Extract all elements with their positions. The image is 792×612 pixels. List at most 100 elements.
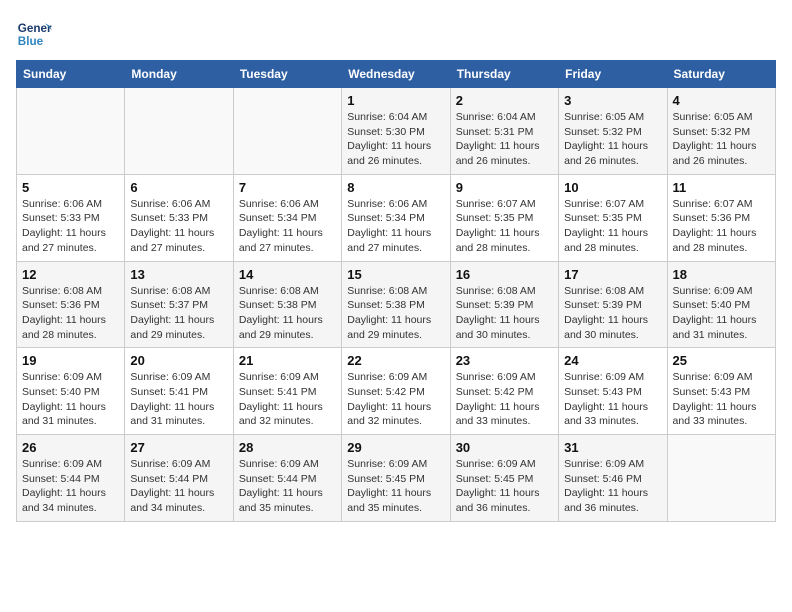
day-info: Sunrise: 6:08 AM Sunset: 5:37 PM Dayligh… <box>130 284 227 343</box>
weekday-header-row: SundayMondayTuesdayWednesdayThursdayFrid… <box>17 61 776 88</box>
calendar-cell: 16Sunrise: 6:08 AM Sunset: 5:39 PM Dayli… <box>450 261 558 348</box>
day-number: 25 <box>673 353 770 368</box>
day-info: Sunrise: 6:09 AM Sunset: 5:40 PM Dayligh… <box>22 370 119 429</box>
calendar-cell: 27 Sunrise: 6:09 AM Sunset: 5:44 PM Dayli… <box>125 435 233 522</box>
logo-icon: General Blue <box>16 16 52 52</box>
logo: General Blue <box>16 16 52 52</box>
day-info: Sunrise: 6:09 AM Sunset: 5:44 PM Dayligh… <box>22 457 119 516</box>
svg-text:General: General <box>18 22 52 35</box>
day-number: 28 <box>239 440 336 455</box>
day-info: Sunrise: 6:07 AM Sunset: 5:36 PM Dayligh… <box>673 197 770 256</box>
day-info: Sunrise: 6:09 AM Sunset: 5:44 PM Dayligh… <box>130 457 227 516</box>
calendar-cell: 28 Sunrise: 6:09 AM Sunset: 5:44 PM Dayli… <box>233 435 341 522</box>
calendar-cell: 30 Sunrise: 6:09 AM Sunset: 5:45 PM Dayli… <box>450 435 558 522</box>
calendar-cell: 26 Sunrise: 6:09 AM Sunset: 5:44 PM Dayli… <box>17 435 125 522</box>
calendar-cell: 29 Sunrise: 6:09 AM Sunset: 5:45 PM Dayli… <box>342 435 450 522</box>
day-number: 17 <box>564 267 661 282</box>
day-number: 2 <box>456 93 553 108</box>
day-info: Sunrise: 6:09 AM Sunset: 5:45 PM Dayligh… <box>456 457 553 516</box>
calendar-cell: 14 Sunrise: 6:08 AM Sunset: 5:38 PM Dayli… <box>233 261 341 348</box>
calendar-cell <box>667 435 775 522</box>
calendar-cell: 23 Sunrise: 6:09 AM Sunset: 5:42 PM Dayli… <box>450 348 558 435</box>
day-number: 24 <box>564 353 661 368</box>
day-info: Sunrise: 6:06 AM Sunset: 5:34 PM Dayligh… <box>347 197 444 256</box>
day-info: Sunrise: 6:07 AM Sunset: 5:35 PM Dayligh… <box>564 197 661 256</box>
week-row-5: 26 Sunrise: 6:09 AM Sunset: 5:44 PM Dayli… <box>17 435 776 522</box>
day-number: 1 <box>347 93 444 108</box>
day-info: Sunrise: 6:09 AM Sunset: 5:43 PM Dayligh… <box>673 370 770 429</box>
day-info: Sunrise: 6:06 AM Sunset: 5:33 PM Dayligh… <box>22 197 119 256</box>
day-number: 14 <box>239 267 336 282</box>
day-info: Sunrise: 6:09 AM Sunset: 5:45 PM Dayligh… <box>347 457 444 516</box>
day-number: 15 <box>347 267 444 282</box>
weekday-header-friday: Friday <box>559 61 667 88</box>
day-info: Sunrise: 6:05 AM Sunset: 5:32 PM Dayligh… <box>564 110 661 169</box>
day-info: Sunrise: 6:06 AM Sunset: 5:33 PM Dayligh… <box>130 197 227 256</box>
day-info: Sunrise: 6:08 AM Sunset: 5:38 PM Dayligh… <box>239 284 336 343</box>
weekday-header-wednesday: Wednesday <box>342 61 450 88</box>
calendar-cell: 17Sunrise: 6:08 AM Sunset: 5:39 PM Dayli… <box>559 261 667 348</box>
calendar-cell: 5 Sunrise: 6:06 AM Sunset: 5:33 PM Daylig… <box>17 174 125 261</box>
day-info: Sunrise: 6:04 AM Sunset: 5:31 PM Dayligh… <box>456 110 553 169</box>
weekday-header-thursday: Thursday <box>450 61 558 88</box>
day-info: Sunrise: 6:09 AM Sunset: 5:42 PM Dayligh… <box>347 370 444 429</box>
calendar-cell: 20 Sunrise: 6:09 AM Sunset: 5:41 PM Dayli… <box>125 348 233 435</box>
day-number: 21 <box>239 353 336 368</box>
calendar-cell: 18Sunrise: 6:09 AM Sunset: 5:40 PM Dayli… <box>667 261 775 348</box>
calendar-cell <box>17 88 125 175</box>
day-info: Sunrise: 6:09 AM Sunset: 5:41 PM Dayligh… <box>239 370 336 429</box>
day-number: 3 <box>564 93 661 108</box>
calendar-cell: 13 Sunrise: 6:08 AM Sunset: 5:37 PM Dayli… <box>125 261 233 348</box>
weekday-header-monday: Monday <box>125 61 233 88</box>
day-number: 23 <box>456 353 553 368</box>
calendar-cell: 19 Sunrise: 6:09 AM Sunset: 5:40 PM Dayli… <box>17 348 125 435</box>
calendar-cell: 31Sunrise: 6:09 AM Sunset: 5:46 PM Dayli… <box>559 435 667 522</box>
calendar-cell: 6 Sunrise: 6:06 AM Sunset: 5:33 PM Daylig… <box>125 174 233 261</box>
day-info: Sunrise: 6:09 AM Sunset: 5:41 PM Dayligh… <box>130 370 227 429</box>
day-number: 6 <box>130 180 227 195</box>
day-number: 18 <box>673 267 770 282</box>
calendar-cell: 10 Sunrise: 6:07 AM Sunset: 5:35 PM Dayli… <box>559 174 667 261</box>
calendar-cell: 22 Sunrise: 6:09 AM Sunset: 5:42 PM Dayli… <box>342 348 450 435</box>
weekday-header-sunday: Sunday <box>17 61 125 88</box>
calendar-cell: 8 Sunrise: 6:06 AM Sunset: 5:34 PM Daylig… <box>342 174 450 261</box>
day-number: 4 <box>673 93 770 108</box>
day-number: 11 <box>673 180 770 195</box>
day-number: 7 <box>239 180 336 195</box>
day-info: Sunrise: 6:05 AM Sunset: 5:32 PM Dayligh… <box>673 110 770 169</box>
day-info: Sunrise: 6:08 AM Sunset: 5:39 PM Dayligh… <box>456 284 553 343</box>
day-number: 30 <box>456 440 553 455</box>
day-number: 22 <box>347 353 444 368</box>
day-number: 5 <box>22 180 119 195</box>
calendar-cell: 24 Sunrise: 6:09 AM Sunset: 5:43 PM Dayli… <box>559 348 667 435</box>
day-info: Sunrise: 6:09 AM Sunset: 5:42 PM Dayligh… <box>456 370 553 429</box>
week-row-2: 5 Sunrise: 6:06 AM Sunset: 5:33 PM Daylig… <box>17 174 776 261</box>
day-info: Sunrise: 6:09 AM Sunset: 5:43 PM Dayligh… <box>564 370 661 429</box>
calendar-body: 1Sunrise: 6:04 AM Sunset: 5:30 PM Daylig… <box>17 88 776 522</box>
weekday-header-tuesday: Tuesday <box>233 61 341 88</box>
calendar-cell: 25 Sunrise: 6:09 AM Sunset: 5:43 PM Dayli… <box>667 348 775 435</box>
day-number: 10 <box>564 180 661 195</box>
calendar-cell <box>233 88 341 175</box>
week-row-1: 1Sunrise: 6:04 AM Sunset: 5:30 PM Daylig… <box>17 88 776 175</box>
day-number: 27 <box>130 440 227 455</box>
calendar-cell: 4 Sunrise: 6:05 AM Sunset: 5:32 PM Daylig… <box>667 88 775 175</box>
calendar-cell <box>125 88 233 175</box>
day-number: 26 <box>22 440 119 455</box>
page-header: General Blue <box>16 16 776 52</box>
calendar-cell: 12 Sunrise: 6:08 AM Sunset: 5:36 PM Dayli… <box>17 261 125 348</box>
day-info: Sunrise: 6:09 AM Sunset: 5:44 PM Dayligh… <box>239 457 336 516</box>
day-number: 13 <box>130 267 227 282</box>
day-number: 8 <box>347 180 444 195</box>
day-number: 29 <box>347 440 444 455</box>
day-number: 31 <box>564 440 661 455</box>
calendar-cell: 3 Sunrise: 6:05 AM Sunset: 5:32 PM Daylig… <box>559 88 667 175</box>
day-number: 19 <box>22 353 119 368</box>
day-info: Sunrise: 6:08 AM Sunset: 5:38 PM Dayligh… <box>347 284 444 343</box>
svg-text:Blue: Blue <box>18 35 44 48</box>
day-number: 9 <box>456 180 553 195</box>
calendar-cell: 15 Sunrise: 6:08 AM Sunset: 5:38 PM Dayli… <box>342 261 450 348</box>
day-info: Sunrise: 6:08 AM Sunset: 5:36 PM Dayligh… <box>22 284 119 343</box>
day-number: 12 <box>22 267 119 282</box>
day-number: 20 <box>130 353 227 368</box>
